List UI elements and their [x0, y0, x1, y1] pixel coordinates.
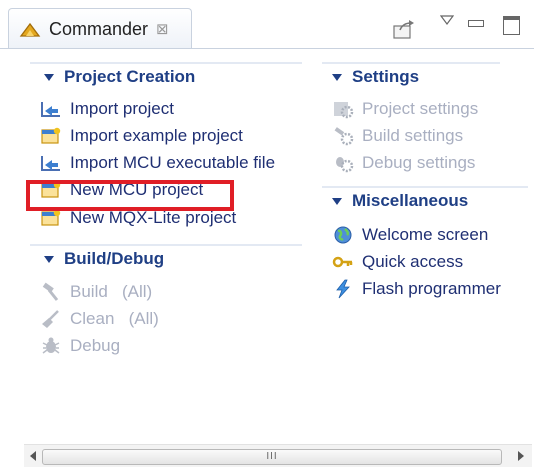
import-mcu-executable-link[interactable]: Import MCU executable file	[40, 151, 275, 175]
debug-action: Debug	[40, 334, 120, 358]
key-icon	[332, 256, 353, 268]
import-executable-icon	[41, 156, 60, 171]
build-all-action: Build (All)	[40, 280, 152, 304]
debug-settings-icon	[336, 157, 354, 173]
section-title: Settings	[352, 67, 420, 86]
thumb-grip: III	[266, 451, 278, 462]
bug-icon	[42, 337, 60, 354]
welcome-globe-icon	[334, 226, 352, 244]
flash-programmer-link[interactable]: Flash programmer	[332, 277, 501, 301]
section-title: Miscellaneous	[352, 191, 469, 210]
scroll-left-arrow-icon[interactable]	[30, 451, 36, 461]
clean-all-action: Clean (All)	[40, 307, 159, 331]
view-menu-icon[interactable]	[440, 14, 454, 26]
commander-icon	[19, 22, 41, 37]
section-build-debug[interactable]: Build/Debug	[30, 244, 302, 272]
section-miscellaneous[interactable]: Miscellaneous	[322, 186, 528, 214]
build-settings-icon	[334, 127, 354, 146]
section-project-creation[interactable]: Project Creation	[30, 62, 302, 90]
scrollbar-thumb[interactable]: III	[42, 449, 502, 465]
tab-strip-divider	[0, 48, 534, 49]
tab-title: Commander	[49, 18, 149, 39]
build-settings-action: Build settings	[332, 124, 463, 148]
collapse-triangle-icon[interactable]	[332, 197, 342, 205]
section-title: Project Creation	[64, 67, 196, 86]
collapse-triangle-icon[interactable]	[44, 255, 54, 263]
collapse-triangle-icon[interactable]	[332, 73, 342, 81]
hammer-icon	[42, 282, 59, 301]
commander-tab[interactable]: Commander ⊠	[8, 8, 192, 49]
import-example-project-link[interactable]: Import example project	[40, 124, 243, 148]
project-settings-icon	[334, 102, 354, 119]
tab-close-icon[interactable]: ⊠	[156, 20, 169, 38]
collapse-triangle-icon[interactable]	[44, 73, 54, 81]
new-mqx-project-icon	[41, 209, 61, 226]
debug-settings-action: Debug settings	[332, 151, 475, 175]
broom-icon	[42, 310, 59, 328]
lightning-icon	[336, 279, 350, 299]
minimize-icon[interactable]	[468, 20, 484, 27]
section-settings[interactable]: Settings	[322, 62, 500, 90]
import-project-icon	[41, 102, 60, 117]
welcome-screen-link[interactable]: Welcome screen	[332, 223, 488, 247]
share-icon[interactable]	[392, 18, 416, 40]
project-settings-action: Project settings	[332, 97, 478, 121]
scroll-right-arrow-icon[interactable]	[518, 451, 524, 461]
import-project-link[interactable]: Import project	[40, 97, 174, 121]
maximize-icon[interactable]	[503, 16, 520, 35]
section-title: Build/Debug	[64, 249, 165, 268]
quick-access-link[interactable]: Quick access	[332, 250, 463, 274]
highlight-box	[26, 180, 234, 211]
example-project-icon	[41, 127, 61, 144]
horizontal-scrollbar[interactable]: III	[24, 444, 532, 467]
